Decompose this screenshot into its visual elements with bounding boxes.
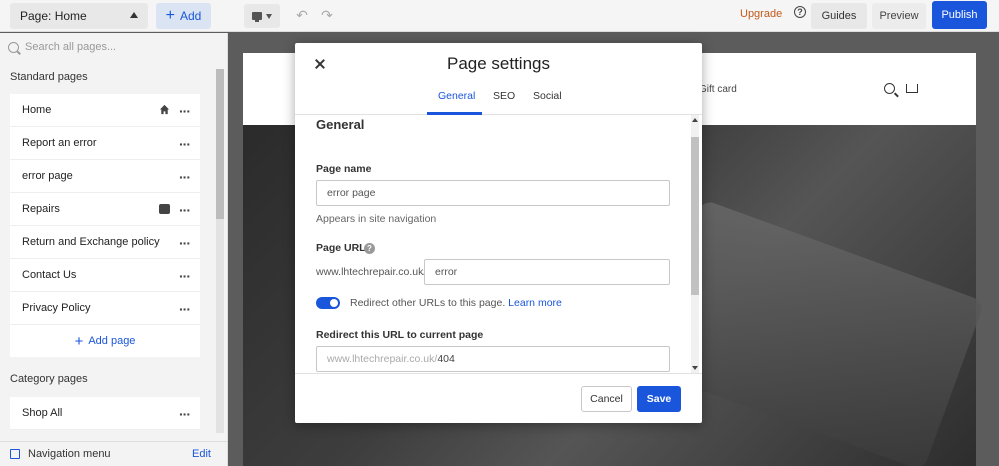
scroll-down-icon[interactable] <box>692 366 698 370</box>
plus-icon: + <box>165 7 175 24</box>
search-input[interactable]: Search all pages... <box>25 41 116 53</box>
modal-title: Page settings <box>446 54 550 73</box>
redirect-url-value: 404 <box>437 353 455 365</box>
top-toolbar: Page: Home + Add ↶ ↷ Upgrade ? Guides Pr… <box>0 0 999 32</box>
page-select-label: Page: Home <box>20 9 87 23</box>
page-item-repairs[interactable]: Repairs ··· <box>10 193 200 226</box>
search-icon <box>8 41 19 53</box>
navigation-menu-label: Navigation menu <box>28 448 111 460</box>
page-item-privacy-policy[interactable]: Privacy Policy ··· <box>10 292 200 325</box>
page-item-shop-all[interactable]: Shop All ··· <box>10 397 200 430</box>
menu-icon <box>10 449 20 459</box>
preview-button[interactable]: Preview <box>872 3 926 29</box>
redirect-toggle[interactable] <box>316 297 340 309</box>
more-options-icon[interactable]: ··· <box>179 202 191 218</box>
page-url-label: Page URL <box>316 242 366 254</box>
more-options-icon[interactable]: ··· <box>179 103 191 119</box>
guides-button[interactable]: Guides <box>811 3 867 29</box>
tab-social[interactable]: Social <box>533 90 562 102</box>
learn-more-link[interactable]: Learn more <box>508 297 562 309</box>
page-item-home[interactable]: Home ··· <box>10 94 200 127</box>
help-icon[interactable]: ? <box>794 6 806 18</box>
url-prefix: www.lhtechrepair.co.uk/ <box>316 266 427 278</box>
standard-pages-title: Standard pages <box>10 71 88 83</box>
redirect-url-field[interactable]: www.lhtechrepair.co.uk/404 <box>316 346 670 372</box>
home-icon <box>159 104 170 115</box>
add-button-label: Add <box>179 9 202 23</box>
scrollbar-thumb[interactable] <box>691 137 699 295</box>
page-item-label: Shop All <box>22 407 63 419</box>
page-item-return-policy[interactable]: Return and Exchange policy ··· <box>10 226 200 259</box>
more-options-icon[interactable]: ··· <box>179 235 191 251</box>
more-options-icon[interactable]: ··· <box>179 136 191 152</box>
add-page-button[interactable]: + Add page <box>10 325 200 357</box>
modal-scrollbar[interactable] <box>691 115 699 373</box>
settings-tabs: General SEO Social <box>295 83 702 115</box>
publish-button[interactable]: Publish <box>932 1 987 29</box>
upgrade-link[interactable]: Upgrade <box>740 8 782 20</box>
page-item-label: Report an error <box>22 137 97 149</box>
cancel-button[interactable]: Cancel <box>581 386 632 412</box>
page-select-dropdown[interactable]: Page: Home <box>10 3 148 29</box>
lock-icon <box>159 204 170 214</box>
redirect-url-label: Redirect this URL to current page <box>316 329 484 341</box>
tab-general[interactable]: General <box>438 90 475 102</box>
add-page-label: Add page <box>88 335 136 347</box>
edit-navigation-link[interactable]: Edit <box>192 448 211 460</box>
scrollbar-thumb[interactable] <box>216 69 224 219</box>
page-item-label: error page <box>22 170 73 182</box>
page-item-report-an-error[interactable]: Report an error ··· <box>10 127 200 160</box>
page-item-error-page[interactable]: error page ··· <box>10 160 200 193</box>
redirect-toggle-label: Redirect other URLs to this page. <box>350 297 506 309</box>
section-heading: General <box>316 117 365 132</box>
scroll-up-icon[interactable] <box>692 118 698 122</box>
save-button[interactable]: Save <box>637 386 681 412</box>
page-item-label: Contact Us <box>22 269 77 281</box>
gift-card-link[interactable]: Gift card <box>699 84 737 95</box>
search-icon[interactable] <box>884 83 895 94</box>
more-options-icon[interactable]: ··· <box>179 268 191 284</box>
more-options-icon[interactable]: ··· <box>179 301 191 317</box>
cart-icon[interactable] <box>906 84 918 93</box>
navigation-menu-row: Navigation menu Edit <box>0 441 228 466</box>
modal-footer: Cancel Save <box>295 373 702 423</box>
redirect-url-placeholder: www.lhtechrepair.co.uk/ <box>327 353 438 365</box>
category-pages-list: Shop All ··· <box>10 397 200 430</box>
sidebar-scrollbar[interactable] <box>216 69 224 433</box>
page-item-label: Return and Exchange policy <box>22 236 160 248</box>
add-button[interactable]: + Add <box>156 3 211 29</box>
desktop-icon <box>252 12 262 22</box>
redirect-toggle-text: Redirect other URLs to this page. Learn … <box>350 297 562 309</box>
page-name-field[interactable]: error page <box>316 180 670 206</box>
standard-pages-list: Home ··· Report an error ··· error page … <box>10 94 200 357</box>
plus-icon: + <box>74 332 84 350</box>
page-item-label: Privacy Policy <box>22 302 91 314</box>
tab-seo[interactable]: SEO <box>493 90 515 102</box>
category-pages-title: Category pages <box>10 373 88 385</box>
more-options-icon[interactable]: ··· <box>179 169 191 185</box>
page-item-label: Repairs <box>22 203 60 215</box>
more-options-icon[interactable]: ··· <box>179 406 191 422</box>
page-item-label: Home <box>22 104 52 116</box>
redo-icon[interactable]: ↷ <box>319 7 335 23</box>
modal-body: General Page name error page Appears in … <box>295 115 702 373</box>
page-item-contact-us[interactable]: Contact Us ··· <box>10 259 200 292</box>
chevron-down-icon <box>266 13 272 19</box>
caret-up-icon <box>130 12 138 18</box>
undo-icon[interactable]: ↶ <box>294 7 310 23</box>
help-icon[interactable]: ? <box>364 243 375 254</box>
pages-sidebar: Search all pages... Standard pages Home … <box>0 33 228 466</box>
device-toggle-button[interactable] <box>244 4 280 28</box>
page-settings-modal: Page settings General SEO Social General… <box>295 43 702 423</box>
page-url-field[interactable]: error <box>424 259 670 285</box>
page-name-helper: Appears in site navigation <box>316 213 437 225</box>
page-name-label: Page name <box>316 163 372 175</box>
search-pages[interactable]: Search all pages... <box>8 39 116 55</box>
